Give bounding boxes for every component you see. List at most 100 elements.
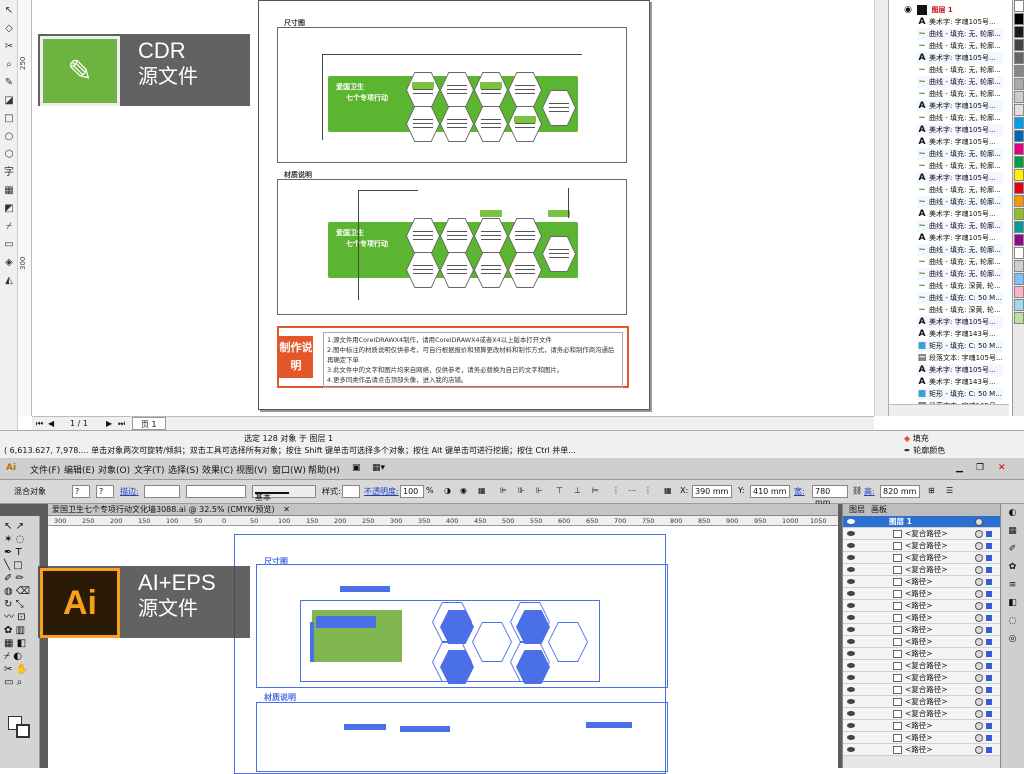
layer-row[interactable]: <路径> xyxy=(843,612,1001,624)
eye-icon[interactable] xyxy=(847,627,855,632)
selection-square-icon[interactable] xyxy=(986,567,992,573)
layer-row[interactable]: <复合路径> xyxy=(843,708,1001,720)
layer-row[interactable]: <复合路径> xyxy=(843,552,1001,564)
eye-icon[interactable] xyxy=(847,735,855,740)
document-tab[interactable]: 爱国卫生七个专项行动文化墙3088.ai @ 32.5% (CMYK/预览) ✕ xyxy=(48,504,838,516)
object-row[interactable]: ~ 曲线 - 填充: 无, 轮廓... xyxy=(917,220,1003,232)
distribute-icon[interactable]: ⋯ xyxy=(628,486,636,495)
layer-header[interactable]: ◉ 图层 1 xyxy=(903,4,1011,16)
color-swatch[interactable] xyxy=(1014,117,1024,129)
color-swatch[interactable] xyxy=(1014,104,1024,116)
color-swatch[interactable] xyxy=(1014,195,1024,207)
height-field[interactable]: 820 mm xyxy=(880,485,920,498)
board-title-preview[interactable] xyxy=(316,616,376,628)
freehand-tool-icon[interactable]: ✎ xyxy=(2,76,16,90)
color-swatch[interactable] xyxy=(1014,221,1024,233)
menu-view[interactable]: 视图(V) xyxy=(236,463,267,476)
eye-icon[interactable] xyxy=(847,543,855,548)
layer-row[interactable]: <路径> xyxy=(843,588,1001,600)
panel-menu-icon[interactable]: ☰ xyxy=(946,486,953,495)
graph-tool-icon[interactable]: ▥ xyxy=(16,625,25,636)
style-field[interactable] xyxy=(342,485,360,498)
distribute-icon[interactable]: ⋮ xyxy=(644,486,652,495)
color-swatch[interactable] xyxy=(1014,156,1024,168)
color-panel-icon[interactable]: ◐ xyxy=(1001,504,1024,522)
recolor-icon[interactable]: ◑ xyxy=(444,486,451,495)
smart-fill-icon[interactable]: ◪ xyxy=(2,94,16,108)
color-swatch[interactable] xyxy=(1014,91,1024,103)
ai-canvas[interactable]: 尺寸图 材质说明 xyxy=(48,526,838,774)
close-icon[interactable]: ✕ xyxy=(998,463,1006,473)
menu-file[interactable]: 文件(F) xyxy=(30,463,60,476)
mesh-tool-icon[interactable]: ▦ xyxy=(4,638,13,649)
page-tab[interactable]: 页 1 xyxy=(132,417,166,430)
layer-row-top[interactable]: 图层 1 xyxy=(843,516,1001,528)
color-swatch[interactable] xyxy=(1014,130,1024,142)
production-note[interactable]: 制作说明 1.源文件用CorelDRAWX4制作，请用CorelDRAWX4或者… xyxy=(277,326,629,388)
object-row[interactable]: ~ 曲线 - 填充: 无, 轮廓... xyxy=(917,88,1003,100)
cdr-vertical-scrollbar[interactable] xyxy=(874,0,888,416)
direct-select-icon[interactable]: ↗ xyxy=(16,521,24,532)
appearance-icon[interactable]: ◎ xyxy=(1001,630,1024,648)
object-row[interactable]: A 美术字: 字魂105号... xyxy=(917,136,1003,148)
line-tool-icon[interactable]: ╲ xyxy=(4,560,10,571)
object-row[interactable]: A 美术字: 字魂105号... xyxy=(917,364,1003,376)
outline-tool-icon[interactable]: ▭ xyxy=(2,238,16,252)
color-swatch[interactable] xyxy=(1014,286,1024,298)
bridge-icon[interactable]: ▣ xyxy=(352,463,361,473)
target-icon[interactable] xyxy=(975,590,983,598)
target-icon[interactable] xyxy=(975,698,983,706)
layer-row[interactable]: <路径> xyxy=(843,720,1001,732)
layer-row[interactable]: <复合路径> xyxy=(843,660,1001,672)
selection-square-icon[interactable] xyxy=(986,639,992,645)
opacity-field[interactable]: 100 xyxy=(400,485,424,498)
align-top-icon[interactable]: ⊤ xyxy=(556,486,563,495)
brushes-icon[interactable]: ✐ xyxy=(1001,540,1024,558)
selection-square-icon[interactable] xyxy=(986,543,992,549)
selection-square-icon[interactable] xyxy=(986,747,992,753)
color-swatch[interactable] xyxy=(1014,52,1024,64)
target-icon[interactable] xyxy=(975,746,983,754)
layer-row[interactable]: <路径> xyxy=(843,744,1001,756)
free-transform-icon[interactable]: ⊡ xyxy=(17,612,25,623)
object-row[interactable]: ~ 曲线 - 填充: 无, 轮廓... xyxy=(917,184,1003,196)
height-label[interactable]: 高: xyxy=(864,486,875,497)
color-swatch[interactable] xyxy=(1014,299,1024,311)
obj-manager-hscroll[interactable] xyxy=(889,404,1009,416)
object-row[interactable]: ~ 曲线 - 填充: 无, 轮廓... xyxy=(917,196,1003,208)
reference-point-icon[interactable]: ▦ xyxy=(664,486,672,495)
layer-row[interactable]: <路径> xyxy=(843,576,1001,588)
target-icon[interactable] xyxy=(975,530,983,538)
variable-width-field[interactable] xyxy=(186,485,246,498)
eye-icon[interactable] xyxy=(847,711,855,716)
object-row[interactable]: A 美术字: 字魂105号... xyxy=(917,232,1003,244)
stroke-swatch[interactable]: ? xyxy=(96,485,114,498)
object-row[interactable]: ▤段落文本: 字魂105号... xyxy=(917,352,1003,364)
eye-icon[interactable] xyxy=(847,651,855,656)
nav-last-icon[interactable]: ⏭ xyxy=(118,417,125,430)
layer-row[interactable]: <路径> xyxy=(843,636,1001,648)
lasso-icon[interactable]: ◌ xyxy=(16,534,25,545)
tab-layers[interactable]: 图层 xyxy=(849,504,865,516)
stroke-panel-icon[interactable]: ≡ xyxy=(1001,576,1024,594)
eye-icon[interactable] xyxy=(847,699,855,704)
pencil-tool-icon[interactable]: ✏ xyxy=(16,573,24,584)
gradient-tool-icon[interactable]: ◧ xyxy=(17,638,26,649)
menu-help[interactable]: 帮助(H) xyxy=(308,463,340,476)
selection-square-icon[interactable] xyxy=(986,651,992,657)
layer-row[interactable]: <路径> xyxy=(843,624,1001,636)
target-icon[interactable] xyxy=(975,566,983,574)
layer-row[interactable]: <路径> xyxy=(843,648,1001,660)
target-icon[interactable] xyxy=(975,674,983,682)
target-icon[interactable] xyxy=(975,542,983,550)
selection-square-icon[interactable] xyxy=(986,591,992,597)
size-diagram-frame[interactable]: 尺寸图 爱国卫生 七个专项行动 xyxy=(277,19,627,163)
target-icon[interactable] xyxy=(975,626,983,634)
transparency-icon[interactable]: ◌ xyxy=(1001,612,1024,630)
object-row[interactable]: ~ 曲线 - 填充: 无, 轮廓... xyxy=(917,64,1003,76)
color-swatch[interactable] xyxy=(1014,78,1024,90)
tab-artboards[interactable]: 画板 xyxy=(871,504,887,516)
object-row[interactable]: ~ 曲线 - 填充: 无, 轮廓... xyxy=(917,148,1003,160)
selection-square-icon[interactable] xyxy=(986,711,992,717)
selection-square-icon[interactable] xyxy=(986,603,992,609)
